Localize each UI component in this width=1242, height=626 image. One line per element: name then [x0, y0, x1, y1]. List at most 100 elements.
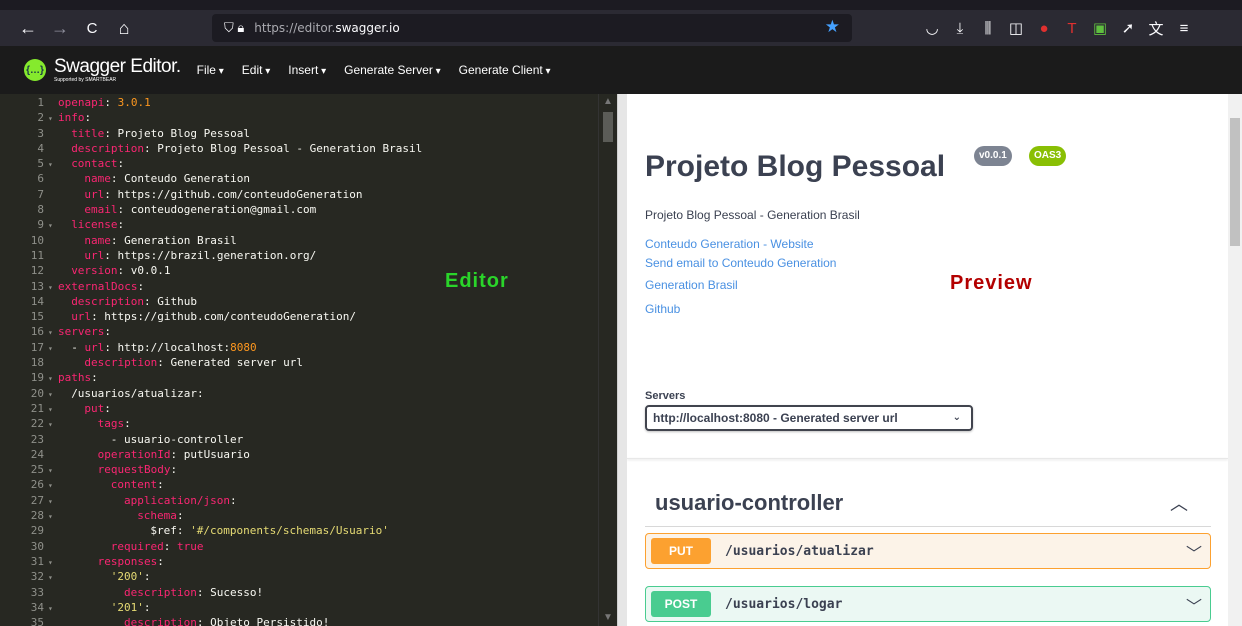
link-website[interactable]: Conteudo Generation - Website [645, 237, 814, 251]
code-token: : [84, 111, 92, 125]
code-line[interactable]: 5 ▾ contact: [0, 156, 617, 171]
menu-icon[interactable]: ≡ [1170, 20, 1198, 37]
code-line[interactable]: 18 description: Generated server url [0, 355, 617, 370]
menu-edit[interactable]: Edit [242, 63, 271, 77]
fold-arrow-icon[interactable]: ▾ [48, 417, 58, 432]
menu-file[interactable]: File [197, 63, 224, 77]
chevron-down-icon[interactable]: ﹀ [1186, 593, 1202, 617]
chevron-up-icon[interactable]: ︿ [1170, 490, 1188, 516]
code-line[interactable]: 29 $ref: '#/components/schemas/Usuario' [0, 523, 617, 538]
code-line[interactable]: 1 openapi: 3.0.1 [0, 95, 617, 110]
link-license[interactable]: Generation Brasil [645, 278, 738, 292]
code-line[interactable]: 12 version: v0.0.1 [0, 263, 617, 278]
fold-arrow-icon[interactable]: ▾ [48, 570, 58, 585]
fold-arrow-icon[interactable]: ▾ [48, 218, 58, 233]
operation-post[interactable]: POST /usuarios/logar ﹀ [645, 586, 1211, 622]
code-line[interactable]: 28 ▾ schema: [0, 508, 617, 523]
code-line[interactable]: 26 ▾ content: [0, 477, 617, 492]
pane-splitter[interactable] [617, 94, 627, 626]
code-line[interactable]: 6 name: Conteudo Generation [0, 171, 617, 186]
code-line[interactable]: 11 url: https://brazil.generation.org/ [0, 248, 617, 263]
code-line[interactable]: 34 ▾ '201': [0, 600, 617, 615]
code-line[interactable]: 3 title: Projeto Blog Pessoal [0, 126, 617, 141]
fold-arrow-icon[interactable]: ▾ [48, 371, 58, 386]
operation-put[interactable]: PUT /usuarios/atualizar ﹀ [645, 533, 1211, 569]
code-line[interactable]: 2 ▾ info: [0, 110, 617, 125]
code-line[interactable]: 24 operationId: putUsuario [0, 447, 617, 462]
extension-icon[interactable]: ▣ [1086, 19, 1114, 37]
code-line[interactable]: 22 ▾ tags: [0, 416, 617, 431]
line-number: 10 [30, 233, 44, 247]
code-line[interactable]: 25 ▾ requestBody: [0, 462, 617, 477]
scroll-up-arrow-icon[interactable]: ▲ [603, 96, 613, 107]
code-line[interactable]: 20 ▾ /usuarios/atualizar: [0, 386, 617, 401]
link-external-docs[interactable]: Github [645, 302, 680, 316]
forward-button[interactable]: → [44, 18, 76, 39]
extension-badge-icon[interactable]: ● [1030, 20, 1058, 37]
servers-label: Servers [645, 390, 686, 402]
code-line[interactable]: 27 ▾ application/json: [0, 493, 617, 508]
chevron-down-icon[interactable]: ﹀ [1186, 540, 1202, 564]
bookmark-star-icon[interactable]: ★ [825, 17, 840, 37]
code-token: : [157, 554, 164, 568]
fold-arrow-icon[interactable]: ▾ [48, 463, 58, 478]
text-icon[interactable]: T [1058, 20, 1086, 37]
fold-arrow-icon[interactable]: ▾ [48, 325, 58, 340]
code-line[interactable]: 35 description: Objeto Persistido! [0, 615, 617, 626]
scroll-down-arrow-icon[interactable]: ▼ [603, 612, 613, 623]
code-line[interactable]: 13 ▾ externalDocs: [0, 279, 617, 294]
code-line[interactable]: 32 ▾ '200': [0, 569, 617, 584]
preview-scrollbar-thumb[interactable] [1230, 118, 1240, 246]
tag-heading[interactable]: usuario-controller [655, 490, 843, 516]
code-line[interactable]: 15 url: https://github.com/conteudoGener… [0, 309, 617, 324]
extension2-icon[interactable]: ➚ [1114, 19, 1142, 37]
translate-icon[interactable]: 文 [1142, 18, 1170, 39]
fold-arrow-icon[interactable]: ▾ [48, 402, 58, 417]
code-editor[interactable]: 1 openapi: 3.0.1 2 ▾ info: 3 title: Projeto … [0, 94, 617, 626]
line-number: 31 [30, 554, 44, 568]
library-icon[interactable]: ⫼ [974, 20, 1002, 37]
address-bar[interactable]: ⛉ 🔒︎ https://editor.swagger.io ★ [212, 14, 852, 42]
code-line[interactable]: 31 ▾ responses: [0, 554, 617, 569]
code-line[interactable]: 14 description: Github [0, 294, 617, 309]
code-line[interactable]: 7 url: https://github.com/conteudoGenera… [0, 187, 617, 202]
shield-lock-icon: ⛉ 🔒︎ [224, 20, 245, 35]
menu-generate-server[interactable]: Generate Server [344, 63, 441, 77]
menu-insert[interactable]: Insert [288, 63, 326, 77]
fold-arrow-icon[interactable]: ▾ [48, 509, 58, 524]
sidebar-icon[interactable]: ◫ [1002, 19, 1030, 37]
code-line[interactable]: 19 ▾ paths: [0, 370, 617, 385]
code-line[interactable]: 9 ▾ license: [0, 217, 617, 232]
fold-arrow-icon[interactable]: ▾ [48, 478, 58, 493]
code-token: '#/components/schemas/Usuario' [190, 524, 389, 538]
code-token: : [104, 401, 111, 415]
fold-arrow-icon[interactable]: ▾ [48, 387, 58, 402]
code-line[interactable]: 33 description: Sucesso! [0, 585, 617, 600]
fold-arrow-icon[interactable]: ▾ [48, 341, 58, 356]
code-line[interactable]: 17 ▾ - url: http://localhost:8080 [0, 340, 617, 355]
fold-arrow-icon[interactable]: ▾ [48, 111, 58, 126]
code-line[interactable]: 21 ▾ put: [0, 401, 617, 416]
fold-arrow-icon[interactable]: ▾ [48, 601, 58, 616]
fold-arrow-icon[interactable]: ▾ [48, 555, 58, 570]
fold-arrow-icon[interactable]: ▾ [48, 157, 58, 172]
download-icon[interactable]: ⤓ [946, 20, 974, 37]
code-line[interactable]: 8 email: conteudogeneration@gmail.com [0, 202, 617, 217]
editor-scrollbar-thumb[interactable] [603, 112, 613, 142]
fold-arrow-icon[interactable]: ▾ [48, 280, 58, 295]
back-button[interactable]: ← [12, 18, 44, 39]
editor-scrollbar[interactable] [598, 94, 617, 626]
reload-button[interactable]: C [76, 20, 108, 37]
servers-select[interactable]: http://localhost:8080 - Generated server… [645, 405, 973, 431]
code-line[interactable]: 30 required: true [0, 539, 617, 554]
link-email[interactable]: Send email to Conteudo Generation [645, 256, 836, 270]
pocket-icon[interactable]: ◡ [918, 19, 946, 37]
fold-arrow-icon[interactable]: ▾ [48, 494, 58, 509]
code-line[interactable]: 4 description: Projeto Blog Pessoal - Ge… [0, 141, 617, 156]
code-line[interactable]: 10 name: Generation Brasil [0, 233, 617, 248]
code-line[interactable]: 16 ▾ servers: [0, 324, 617, 339]
menu-generate-client[interactable]: Generate Client [459, 63, 551, 77]
code-line[interactable]: 23 - usuario-controller [0, 432, 617, 447]
home-button[interactable]: ⌂ [108, 18, 140, 39]
